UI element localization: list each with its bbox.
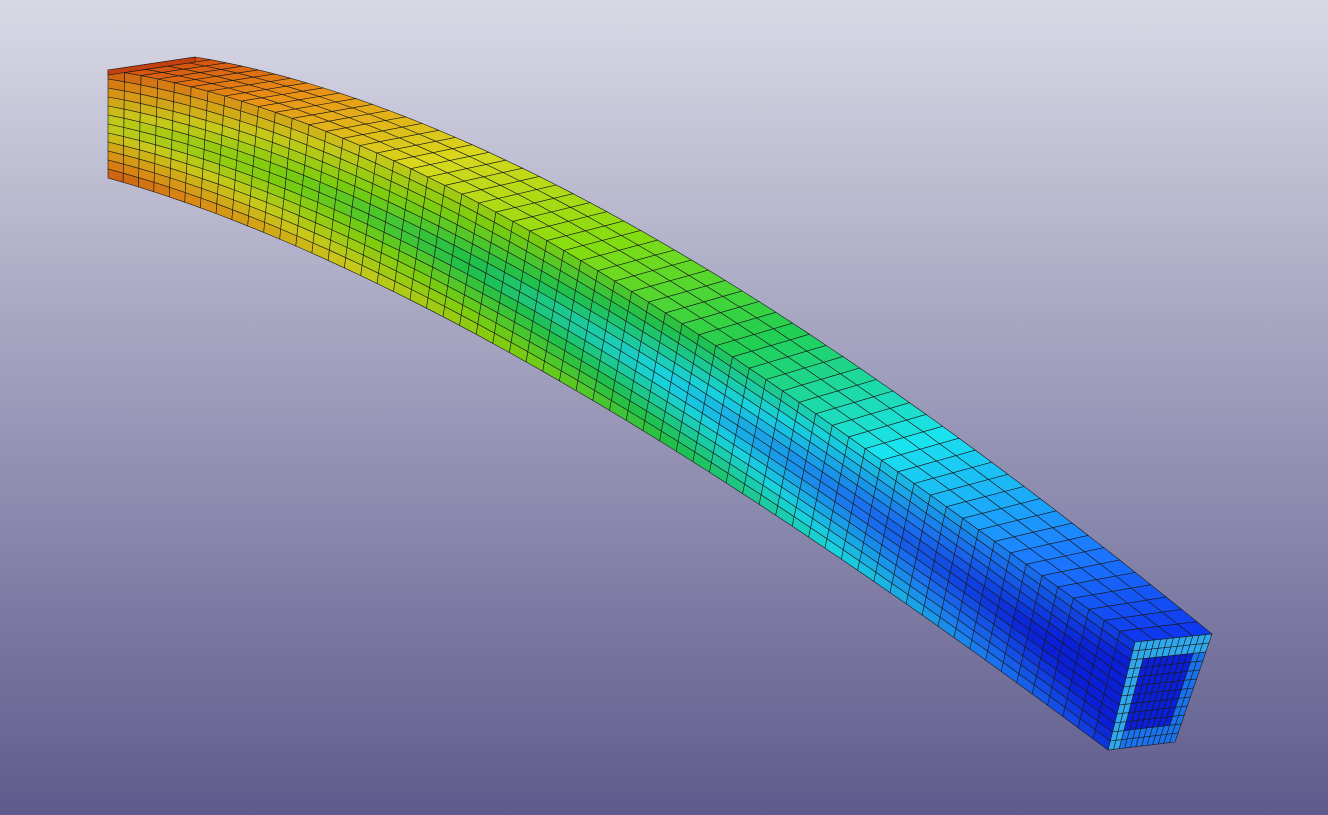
beam-scene <box>107 56 1213 751</box>
beam-side-face <box>107 69 1136 751</box>
3d-viewport[interactable] <box>0 0 1328 815</box>
